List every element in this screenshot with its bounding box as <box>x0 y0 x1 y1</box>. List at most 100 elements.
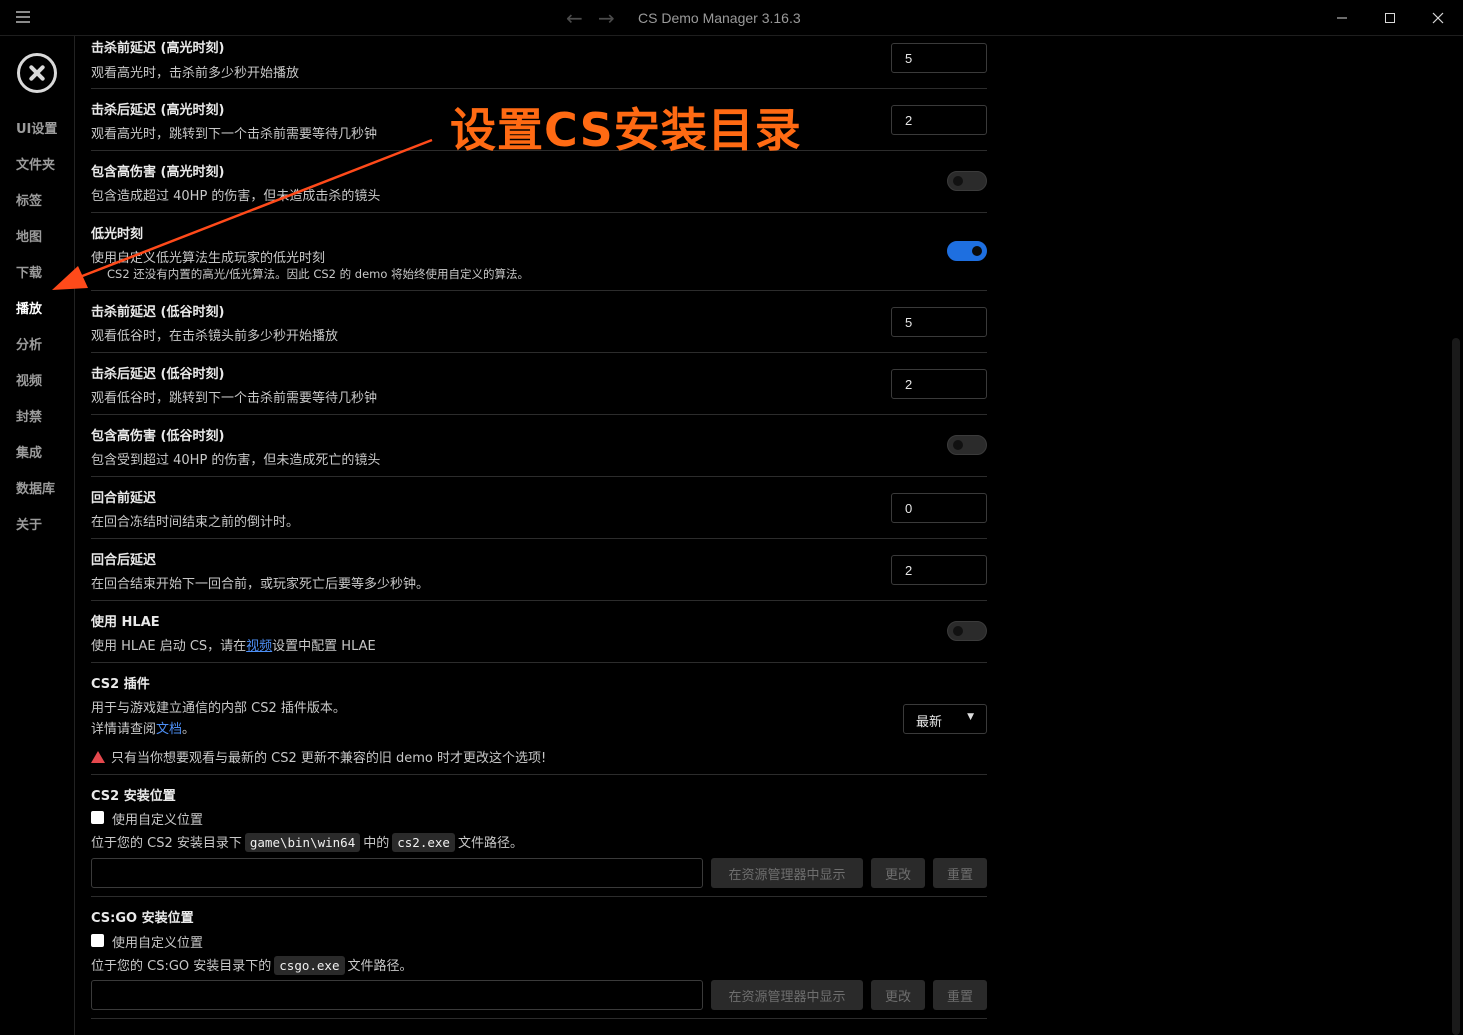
setting-title: 击杀后延迟 (高光时刻) <box>91 103 225 118</box>
reset-button[interactable]: 重置 <box>933 858 987 888</box>
highlight-damage-toggle[interactable] <box>947 171 987 191</box>
setting-cs2-plugin: CS2 插件 用于与游戏建立通信的内部 CS2 插件版本。 详情请查阅文档。 只… <box>91 663 987 775</box>
reset-button[interactable]: 重置 <box>933 980 987 1010</box>
setting-doc-line: 详情请查阅文档。 <box>91 718 195 737</box>
setting-title: 击杀前延迟 (低谷时刻) <box>91 305 225 320</box>
cs2-path-input[interactable] <box>91 858 703 888</box>
setting-title: 击杀前延迟 (高光时刻) <box>91 41 225 56</box>
sidebar-item-about[interactable]: 关于 <box>16 514 42 533</box>
setting-description: 位于您的 CS2 安装目录下 game\bin\win64 中的 cs2.exe 文件路… <box>91 832 523 852</box>
setting-cs2-location: CS2 安装位置 使用自定义位置 位于您的 CS2 安装目录下 game\bin\… <box>91 775 987 897</box>
setting-lowlight: 低光时刻 使用自定义低光算法生成玩家的低光时刻 CS2 还没有内置的高光/低光算… <box>91 213 987 291</box>
hlae-toggle[interactable] <box>947 621 987 641</box>
select-value: 最新 <box>916 715 943 730</box>
lowlight-toggle[interactable] <box>947 241 987 261</box>
sidebar-item-tags[interactable]: 标签 <box>16 190 42 209</box>
desc-prefix: 位于您的 CS2 安装目录下 <box>91 836 242 851</box>
setting-title: 包含高伤害 (高光时刻) <box>91 165 225 180</box>
forward-arrow-icon[interactable]: → <box>598 6 615 30</box>
code-path: game\bin\win64 <box>244 833 361 852</box>
sidebar-item-folders[interactable]: 文件夹 <box>16 154 55 173</box>
close-settings-icon[interactable] <box>17 53 57 93</box>
doc-suffix: 。 <box>182 722 196 737</box>
hlae-desc-suffix: 设置中配置 HLAE <box>272 639 376 654</box>
setting-description: 在回合冻结时间结束之前的倒计时。 <box>91 515 300 530</box>
desc-suffix: 文件路径。 <box>457 836 523 851</box>
setting-highlight-damage: 包含高伤害 (高光时刻) 包含造成超过 40HP 的伤害，但未造成击杀的镜头 <box>91 151 987 213</box>
documentation-link[interactable]: 文档 <box>156 722 182 737</box>
close-button[interactable] <box>1414 0 1462 36</box>
setting-description: 在回合结束开始下一回合前，或玩家死亡后要等多少秒钟。 <box>91 577 430 592</box>
show-in-explorer-button[interactable]: 在资源管理器中显示 <box>711 980 863 1010</box>
setting-description: 包含造成超过 40HP 的伤害，但未造成击杀的镜头 <box>91 189 381 204</box>
setting-title: 包含高伤害 (低谷时刻) <box>91 429 225 444</box>
code-exe: csgo.exe <box>274 956 345 975</box>
setting-csgo-location: CS:GO 安装位置 使用自定义位置 位于您的 CS:GO 安装目录下的 csgo… <box>91 897 987 1019</box>
setting-description: 观看高光时，跳转到下一个击杀前需要等待几秒钟 <box>91 127 378 142</box>
warning-icon <box>91 751 105 763</box>
hlae-desc-prefix: 使用 HLAE 启动 CS，请在 <box>91 639 247 654</box>
checkbox-label: 使用自定义位置 <box>112 813 204 828</box>
setting-description: 观看低谷时，跳转到下一个击杀前需要等待几秒钟 <box>91 391 378 406</box>
setting-lowlight-before-kill: 击杀前延迟 (低谷时刻) 观看低谷时，在击杀镜头前多少秒开始播放 <box>91 291 987 353</box>
highlight-before-input[interactable] <box>891 43 987 73</box>
lowlight-after-input[interactable] <box>891 369 987 399</box>
setting-title: CS2 安装位置 <box>91 789 176 804</box>
csgo-path-input[interactable] <box>91 980 703 1010</box>
hamburger-menu-icon[interactable] <box>16 11 30 23</box>
setting-round-before: 回合前延迟 在回合冻结时间结束之前的倒计时。 <box>91 477 987 539</box>
caret-down-icon: ▼ <box>967 712 974 722</box>
close-icon <box>1432 12 1444 24</box>
desc-prefix: 位于您的 CS:GO 安装目录下的 <box>91 959 272 974</box>
sidebar-item-bans[interactable]: 封禁 <box>16 406 42 425</box>
setting-note: CS2 还没有内置的高光/低光算法。因此 CS2 的 demo 将始终使用自定义… <box>107 267 530 281</box>
change-button[interactable]: 更改 <box>871 980 925 1010</box>
setting-lowlight-after-kill: 击杀后延迟 (低谷时刻) 观看低谷时，跳转到下一个击杀前需要等待几秒钟 <box>91 353 987 415</box>
setting-title: 低光时刻 <box>91 227 144 242</box>
scrollbar-thumb[interactable] <box>1452 338 1460 1035</box>
setting-description: 用于与游戏建立通信的内部 CS2 插件版本。 <box>91 701 346 716</box>
window-title: CS Demo Manager 3.16.3 <box>638 10 801 26</box>
round-after-input[interactable] <box>891 555 987 585</box>
sidebar-item-database[interactable]: 数据库 <box>16 478 55 497</box>
video-settings-link[interactable]: 视频 <box>246 639 272 654</box>
maximize-icon <box>1385 13 1395 23</box>
setting-description: 使用 HLAE 启动 CS，请在视频设置中配置 HLAE <box>91 635 376 654</box>
maximize-button[interactable] <box>1366 0 1414 36</box>
round-before-input[interactable] <box>891 493 987 523</box>
show-in-explorer-button[interactable]: 在资源管理器中显示 <box>711 858 863 888</box>
csgo-custom-location-checkbox[interactable] <box>91 934 104 947</box>
setting-title: CS2 插件 <box>91 677 150 692</box>
cs2-custom-location-checkbox[interactable] <box>91 811 104 824</box>
code-exe: cs2.exe <box>392 833 455 852</box>
setting-description: 位于您的 CS:GO 安装目录下的 csgo.exe 文件路径。 <box>91 955 413 975</box>
setting-title: 击杀后延迟 (低谷时刻) <box>91 367 225 382</box>
sidebar-item-ui[interactable]: UI设置 <box>16 118 57 137</box>
setting-warning: 只有当你想要观看与最新的 CS2 更新不兼容的旧 demo 时才更改这个选项! <box>91 747 546 766</box>
back-arrow-icon[interactable]: ← <box>566 6 583 30</box>
desc-suffix: 文件路径。 <box>347 959 413 974</box>
highlight-after-input[interactable] <box>891 105 987 135</box>
checkbox-label: 使用自定义位置 <box>112 936 204 951</box>
change-button[interactable]: 更改 <box>871 858 925 888</box>
sidebar-item-playback[interactable]: 播放 <box>16 298 42 317</box>
doc-prefix: 详情请查阅 <box>91 722 157 737</box>
sidebar-item-analyze[interactable]: 分析 <box>16 334 42 353</box>
lowlight-damage-toggle[interactable] <box>947 435 987 455</box>
settings-sidebar <box>0 36 75 1035</box>
sidebar-item-maps[interactable]: 地图 <box>16 226 42 245</box>
setting-description: 包含受到超过 40HP 的伤害，但未造成死亡的镜头 <box>91 453 381 468</box>
sidebar-item-download[interactable]: 下载 <box>16 262 42 281</box>
setting-description: 使用自定义低光算法生成玩家的低光时刻 <box>91 251 326 266</box>
setting-round-after: 回合后延迟 在回合结束开始下一回合前，或玩家死亡后要等多少秒钟。 <box>91 539 987 601</box>
setting-title: 使用 HLAE <box>91 615 160 630</box>
setting-title: 回合后延迟 <box>91 553 157 568</box>
desc-mid: 中的 <box>363 836 390 851</box>
lowlight-before-input[interactable] <box>891 307 987 337</box>
minimize-icon <box>1337 17 1347 19</box>
cs2-plugin-version-select[interactable]: 最新 ▼ <box>903 704 987 734</box>
sidebar-item-integrations[interactable]: 集成 <box>16 442 42 461</box>
setting-title: CS:GO 安装位置 <box>91 911 194 926</box>
sidebar-item-video[interactable]: 视频 <box>16 370 42 389</box>
minimize-button[interactable] <box>1318 0 1366 36</box>
